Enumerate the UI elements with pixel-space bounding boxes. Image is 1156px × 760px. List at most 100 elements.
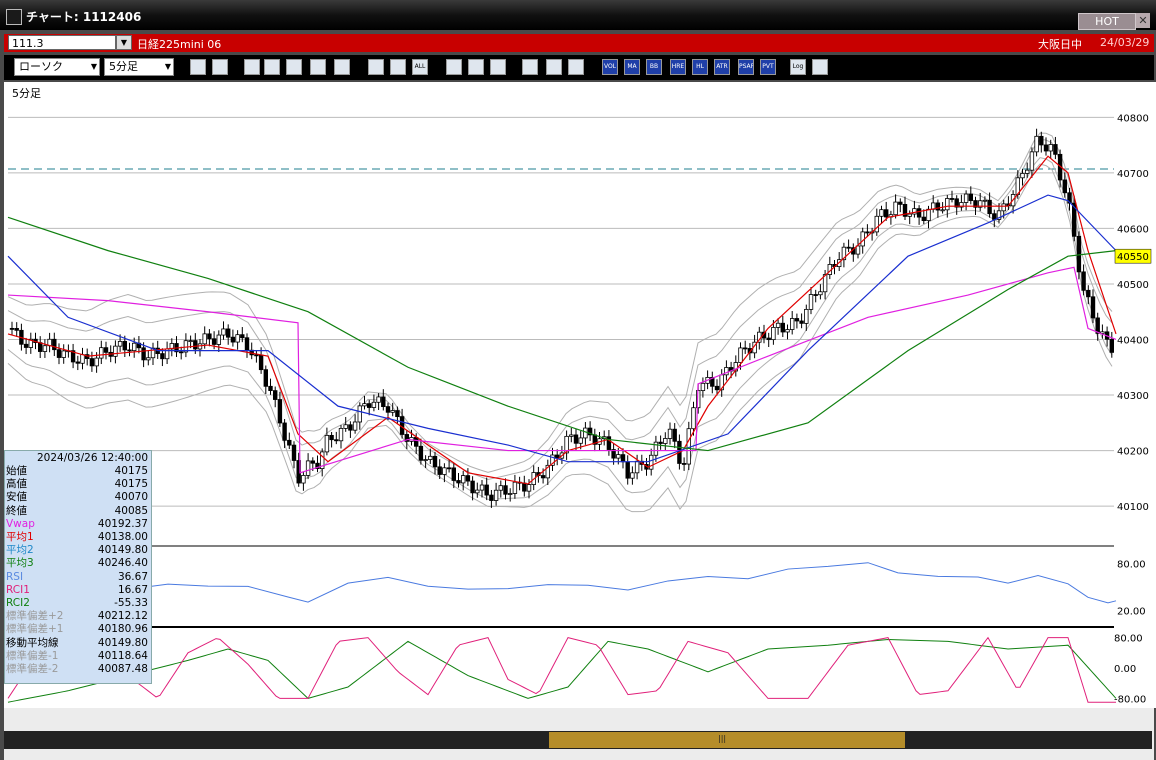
info-row: 標準偏差-2 40087.48 [5,663,151,675]
candle-body [700,382,706,391]
candle-body [855,245,861,255]
candle-body [38,342,43,352]
info-label: 高値 [6,478,27,491]
candle-body [945,198,950,211]
candle-body [926,208,931,222]
candle-body [211,338,217,345]
candle-body [916,208,922,218]
info-row: 終値 40085 [5,505,151,517]
candle-body [884,209,889,218]
info-label: 標準偏差+1 [6,623,64,636]
candle-body [714,385,720,391]
info-row: 平均3 40246.40 [5,557,151,569]
rsi-tick-label: 20.00 [1117,606,1146,617]
candle-body [324,434,330,453]
info-label: 平均1 [6,531,34,543]
candle-body [555,454,560,459]
candle-body [879,209,884,217]
info-value: 40087.48 [97,663,148,675]
candle-body [423,459,428,461]
chart-canvas[interactable]: 40800 40700 40600 40500 40400 40300 40200 40100… [0,0,1156,760]
info-label: 移動平均線 [6,636,59,649]
candle-body [846,246,851,249]
candle-body [667,428,673,439]
candle-body [606,436,612,450]
candle-body [230,336,236,343]
candle-body [216,334,221,345]
candle-body [258,354,264,371]
candle-body [272,390,278,400]
info-value: 40070 [114,491,148,504]
info-row: 標準偏差+1 40180.96 [5,623,151,635]
candle-body [451,467,456,481]
price-tick-label: 40500 [1117,280,1149,291]
candle-body [80,354,85,364]
scrollbar-thumb[interactable] [549,732,905,748]
rsi-tick-label: 80.00 [1117,560,1146,571]
candle-body [235,334,240,343]
info-datetime-row: 2024/03/26 12:40:00 [5,452,151,464]
info-value: 40149.80 [97,544,148,557]
candle-body [432,455,438,468]
info-row: 移動平均線 40149.80 [5,637,151,649]
candle-body [987,199,992,215]
candle-body [1048,144,1053,152]
candle-body [282,422,287,441]
candle-body [301,474,306,484]
info-value: 40175 [114,465,148,477]
candle-body [1039,135,1044,146]
candle-body [291,444,297,461]
candle-body [963,193,969,203]
candle-body [470,480,475,494]
candle-body [766,337,771,341]
info-label: Vwap [6,517,35,530]
ohlc-info-panel: 2024/03/26 12:40:00 始値 40175 高値 40175 安値 4007… [4,450,152,684]
candle-body [1081,271,1086,291]
candle-body [808,294,814,310]
candle-body [686,428,691,465]
candle-body [583,427,588,439]
info-value: 36.67 [117,570,148,583]
info-value: 40246.40 [97,557,148,570]
candle-body [305,460,311,476]
price-tick-label: 40800 [1117,113,1149,124]
candle-body [240,334,245,339]
candle-body [263,369,268,387]
candle-body [475,489,480,494]
current-price-label: 40550 [1117,252,1149,263]
candle-body [357,405,362,423]
candle-body [498,485,503,491]
rci-tick-label: -80.00 [1114,694,1146,705]
candle-body [99,347,104,359]
bollinger-band-line [7,132,1113,473]
candle-body [1076,235,1082,273]
candle-body [1062,179,1067,194]
candle-body [616,454,621,459]
candle-body [1090,296,1096,319]
info-value: -55.33 [114,597,148,609]
candle-body [385,406,391,413]
candle-body [348,424,353,431]
candle-body [625,461,630,479]
candle-body [503,485,508,495]
candle-body [277,399,283,424]
candle-body [1029,151,1035,171]
info-row: RCI1 16.67 [5,584,151,596]
candle-body [287,439,292,446]
candle-body [813,294,818,296]
candle-body [254,354,259,357]
candle-body [771,326,776,341]
candle-body [780,322,785,333]
info-row: 平均1 40138.00 [5,531,151,543]
time-scrollbar[interactable]: ||| [4,731,1152,749]
candle-body [381,396,386,407]
candle-body [244,337,250,351]
candle-body [131,342,137,352]
candle-body [540,475,546,479]
candle-body [141,347,146,361]
candle-body [338,428,344,442]
candle-body [334,439,339,442]
candle-body [343,424,348,429]
info-value: 40118.64 [97,649,148,662]
ma-red-line [7,155,1117,485]
